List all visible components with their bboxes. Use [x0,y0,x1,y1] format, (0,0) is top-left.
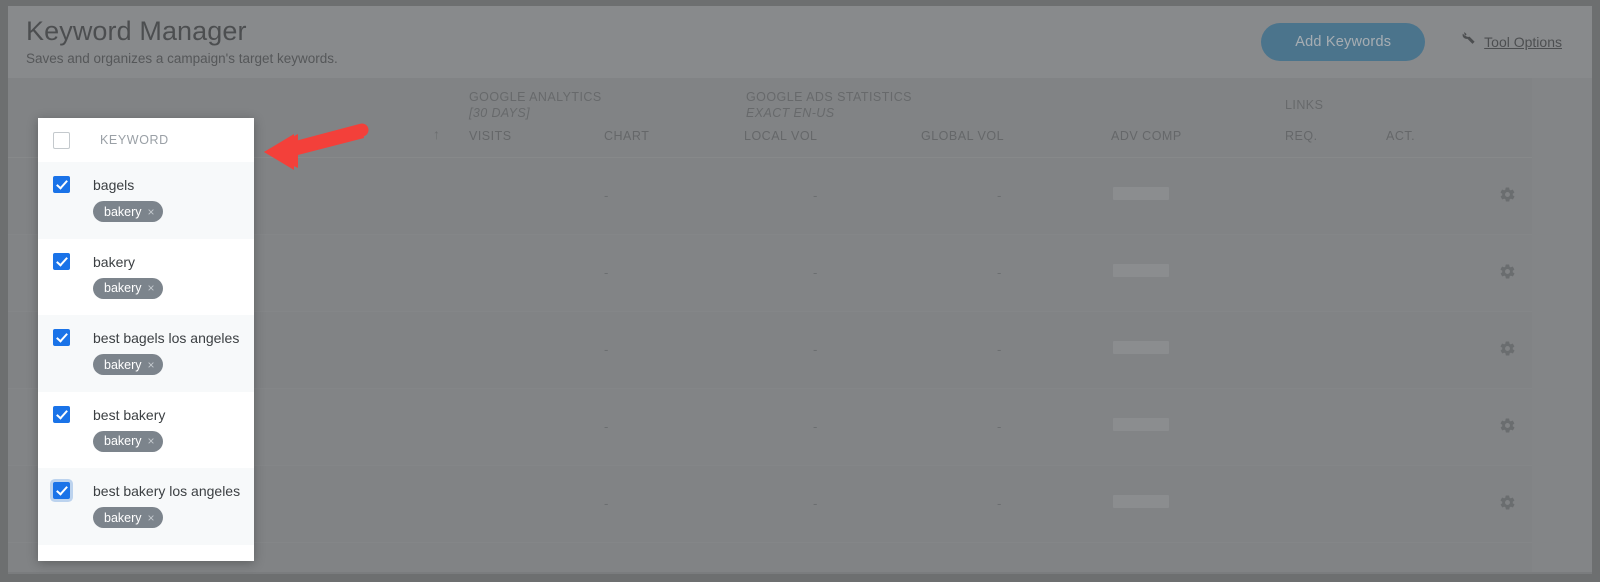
cell-chart: - [604,265,609,280]
sort-arrow-icon[interactable]: ↑ [433,126,440,142]
gear-icon[interactable] [1499,417,1516,439]
keyword-checkbox[interactable] [53,329,70,346]
cell-adv-comp-bar [1113,264,1169,277]
cell-chart: - [604,496,609,511]
column-act[interactable]: ACT. [1386,129,1415,143]
group-header-google-ads-statistics: GOOGLE ADS STATISTICS EXACT EN-US [746,90,912,120]
cell-chart: - [604,419,609,434]
cell-global-vol: - [997,265,1002,280]
column-req[interactable]: REQ. [1285,129,1318,143]
keyword-checkbox[interactable] [53,405,70,423]
keyword-tag-label: bakery [104,357,142,372]
keyword-checkbox[interactable] [53,176,70,193]
keyword-name: best bagels los angeles [93,330,240,346]
cell-local-vol: - [813,419,818,434]
close-icon[interactable]: × [148,512,155,524]
close-icon[interactable]: × [148,359,155,371]
wrench-icon [1459,31,1477,54]
column-chart[interactable]: CHART [604,129,649,143]
page-subtitle: Saves and organizes a campaign's target … [26,51,338,66]
table-group-header: GOOGLE ANALYTICS [30 DAYS] GOOGLE ADS ST… [8,78,1532,120]
page-header: Keyword Manager Saves and organizes a ca… [8,6,1592,78]
keyword-list: bagels bakery × bakery bakery × best bagels lo… [38,162,254,545]
gear-icon[interactable] [1499,186,1516,208]
keyword-tag[interactable]: bakery × [93,507,163,528]
group-header-google-analytics: GOOGLE ANALYTICS [30 DAYS] [469,90,602,120]
close-icon[interactable]: × [148,435,155,447]
keyword-item-body: bagels bakery × [93,176,163,222]
keyword-name: best bakery los angeles [93,483,241,499]
keyword-name: best bakery [93,406,166,423]
keyword-checkbox[interactable] [53,252,70,270]
cell-local-vol: - [813,265,818,280]
tool-options-label: Tool Options [1484,34,1562,50]
keyword-item-body: bakery bakery × [93,253,163,299]
keyword-tag[interactable]: bakery × [93,277,163,299]
header-actions: Add Keywords Tool Options [1261,6,1592,61]
column-local-vol[interactable]: LOCAL VOL [744,129,818,143]
keyword-name: bakery [93,253,136,270]
keyword-tag-label: bakery [104,204,142,219]
list-item[interactable]: bagels bakery × [38,162,254,239]
cell-adv-comp-bar [1113,418,1169,431]
keyword-tag-label: bakery [104,434,142,448]
list-item[interactable]: best bakery bakery × [38,391,254,468]
cell-adv-comp-bar [1113,187,1169,200]
keyword-column-label: KEYWORD [100,133,169,147]
close-icon[interactable]: × [148,282,155,294]
page-title: Keyword Manager [26,16,247,46]
cell-global-vol: - [997,188,1002,203]
add-keywords-button[interactable]: Add Keywords [1261,23,1426,61]
keyword-name: bagels [93,177,135,193]
select-all-checkbox[interactable] [53,131,70,149]
keyword-tag-label: bakery [104,281,142,295]
keyword-item-body: best bakery los angeles bakery × [93,482,240,528]
gear-icon[interactable] [1499,263,1516,285]
cell-adv-comp-bar [1113,495,1169,508]
column-visits[interactable]: VISITS [469,129,512,143]
group-header-links: LINKS [1285,98,1324,112]
cell-chart: - [604,188,609,203]
list-item[interactable]: bakery bakery × [38,238,254,315]
list-item[interactable]: best bagels los angeles bakery × [38,315,254,392]
keyword-tag[interactable]: bakery × [93,430,163,452]
cell-global-vol: - [997,342,1002,357]
keyword-tag-label: bakery [104,510,142,525]
gear-icon[interactable] [1499,340,1516,362]
list-item[interactable]: best bakery los angeles bakery × [38,468,254,545]
column-adv-comp[interactable]: ADV COMP [1111,129,1182,143]
cell-chart: - [604,342,609,357]
cell-adv-comp-bar [1113,341,1169,354]
keyword-selection-panel: KEYWORD bagels bakery × bakery bakery × best b… [38,118,254,561]
keyword-panel-header: KEYWORD [38,118,254,162]
keyword-checkbox[interactable] [53,482,70,499]
keyword-manager-window: Keyword Manager Saves and organizes a ca… [0,0,1600,582]
cell-local-vol: - [813,188,818,203]
column-global-vol[interactable]: GLOBAL VOL [921,129,1004,143]
cell-global-vol: - [997,419,1002,434]
gear-icon[interactable] [1499,494,1516,516]
tool-options-link[interactable]: Tool Options [1459,31,1562,54]
keyword-item-body: best bakery bakery × [93,406,165,452]
cell-global-vol: - [997,496,1002,511]
cell-local-vol: - [813,496,818,511]
keyword-item-body: best bagels los angeles bakery × [93,329,239,375]
table-right-gutter [1532,78,1592,572]
header-title-block: Keyword Manager Saves and organizes a ca… [8,6,338,67]
cell-local-vol: - [813,342,818,357]
keyword-tag[interactable]: bakery × [93,354,163,375]
close-icon[interactable]: × [148,206,155,218]
keyword-tag[interactable]: bakery × [93,201,163,222]
